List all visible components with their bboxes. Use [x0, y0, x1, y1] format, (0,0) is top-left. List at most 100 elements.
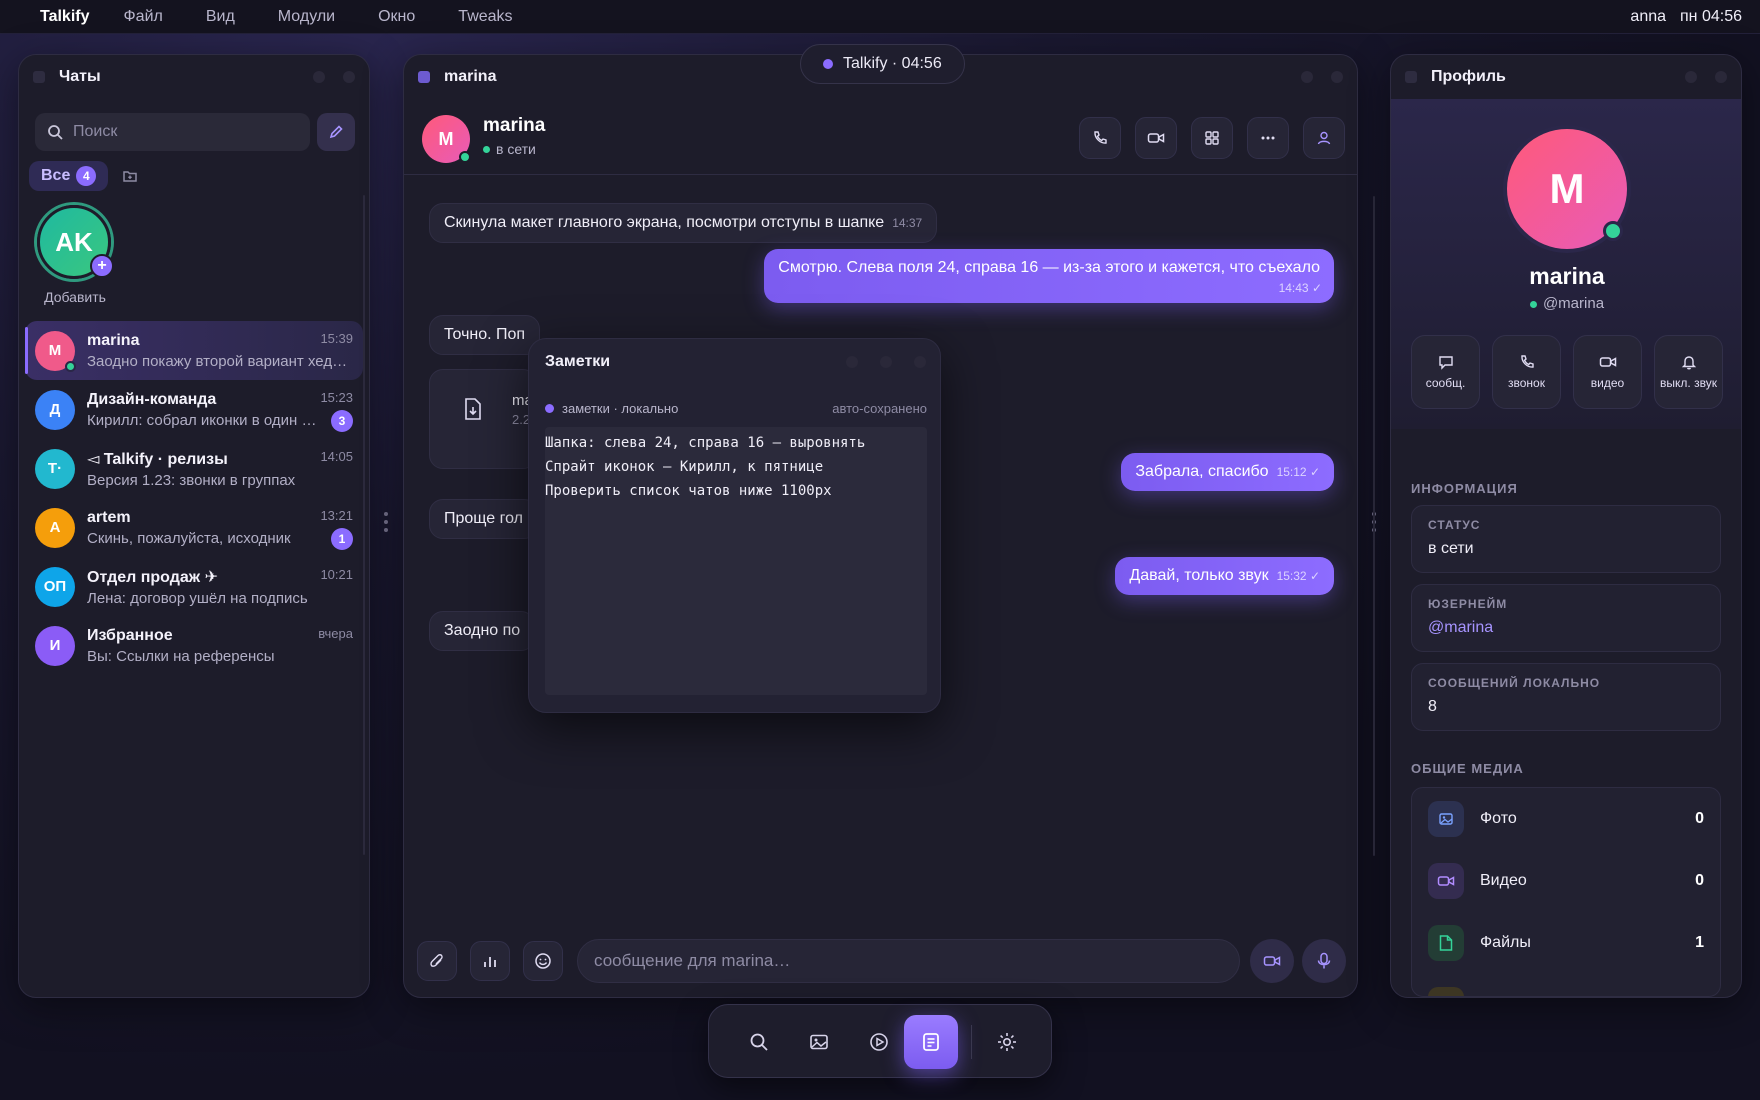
mute-action-button[interactable]: выкл. звук	[1654, 335, 1723, 409]
app-name[interactable]: Talkify	[40, 8, 90, 26]
filter-all[interactable]: Все 4	[29, 161, 109, 191]
menu-view[interactable]: Вид	[206, 8, 235, 26]
messages-label: СООБЩЕНИЙ ЛОКАЛЬНО	[1428, 676, 1601, 690]
contact-name[interactable]: marina	[483, 115, 545, 137]
status-pill[interactable]: Talkify · 04:56	[800, 44, 965, 84]
pin-button[interactable]	[846, 356, 858, 368]
message-outgoing[interactable]: Забрала, спасибо 15:12 ✓	[1121, 453, 1334, 491]
chat-initials: M	[48, 342, 62, 359]
chat-list-item[interactable]: T· ◅ Talkify · релизы Версия 1.23: звонки …	[25, 439, 363, 498]
search-icon	[750, 1033, 768, 1051]
minimize-button[interactable]	[1685, 71, 1697, 83]
username-link[interactable]: @marina	[1428, 619, 1704, 637]
folder-add-icon[interactable]	[122, 168, 138, 184]
dock-separator	[971, 1025, 972, 1059]
grid-button[interactable]	[1191, 117, 1233, 159]
message-time: 14:43 ✓	[1278, 281, 1322, 295]
scrollbar[interactable]	[363, 195, 365, 855]
message-incoming[interactable]: Проще гол	[429, 499, 538, 539]
more-button[interactable]	[1247, 117, 1289, 159]
message-incoming[interactable]: Скинула макет главного экрана, посмотри …	[429, 203, 938, 243]
dock-notes-button[interactable]	[904, 1015, 958, 1069]
media-label: Файлы	[1480, 934, 1531, 951]
compose-button[interactable]	[317, 113, 355, 151]
close-button[interactable]	[1715, 71, 1727, 83]
notes-editor[interactable]: Шапка: слева 24, справа 16 — выровнять С…	[545, 427, 927, 695]
media-videos[interactable]: Видео 0	[1412, 850, 1720, 912]
attach-button[interactable]	[417, 941, 457, 981]
chats-title: Чаты	[59, 68, 101, 85]
dock-gallery-button[interactable]	[797, 1020, 841, 1064]
profile-titlebar[interactable]: Профиль	[1391, 55, 1741, 99]
emoji-button[interactable]	[523, 941, 563, 981]
close-button[interactable]	[343, 71, 355, 83]
notes-dot	[545, 404, 554, 413]
profile-avatar[interactable]: M	[1507, 129, 1627, 249]
window-controls	[313, 71, 355, 83]
close-button[interactable]	[1331, 71, 1343, 83]
call-action-button[interactable]: звонок	[1492, 335, 1561, 409]
message-incoming[interactable]: Точно. Поп	[429, 315, 541, 355]
chat-list-item[interactable]: ОП Отдел продаж ✈ Лена: договор ушёл на по…	[25, 557, 363, 616]
message-text: Смотрю. Слева поля 24, справа 16 — из-за…	[778, 259, 1320, 276]
notes-meta-left: заметки · локально	[562, 401, 679, 416]
search-box[interactable]: Поиск	[35, 113, 310, 151]
minimize-button[interactable]	[1301, 71, 1313, 83]
dock-player-button[interactable]	[857, 1020, 901, 1064]
file-icon	[1428, 925, 1464, 961]
chat-list-item[interactable]: Д Дизайн-команда Кирилл: собрал иконки в о…	[25, 380, 363, 439]
close-button[interactable]	[914, 356, 926, 368]
plus-icon[interactable]: +	[90, 254, 114, 278]
message-text: Заодно по	[444, 622, 521, 639]
notes-window: Заметки заметки · локально авто-сохранен…	[528, 338, 941, 713]
message-outgoing[interactable]: Смотрю. Слева поля 24, справа 16 — из-за…	[764, 249, 1334, 303]
chat-list-item[interactable]: Mmarina Заодно покажу второй вариант хеде…	[25, 321, 363, 380]
chat-initials: A	[49, 519, 61, 536]
menu-tweaks[interactable]: Tweaks	[458, 8, 512, 26]
call-button[interactable]	[1079, 117, 1121, 159]
messages-value: 8	[1428, 698, 1437, 715]
minimize-button[interactable]	[880, 356, 892, 368]
dock-settings-button[interactable]	[985, 1020, 1029, 1064]
chat-name: Дизайн-команда	[87, 390, 217, 408]
bell-icon	[1681, 356, 1696, 370]
notes-titlebar[interactable]: Заметки	[529, 339, 940, 385]
story-add[interactable]: AK + Добавить	[37, 205, 114, 305]
menu-file[interactable]: Файл	[124, 8, 163, 26]
media-photos[interactable]: Фото 0	[1412, 788, 1720, 850]
chat-list: Mmarina Заодно покажу второй вариант хеде…	[25, 321, 363, 675]
media-label: Видео	[1480, 872, 1527, 889]
menu-modules[interactable]: Модули	[278, 8, 335, 26]
video-message-button[interactable]	[1250, 939, 1294, 983]
chat-list-item[interactable]: Aartem Скинь, пожалуйста, исходник 13:21 1	[25, 498, 363, 557]
message-time: 15:12 ✓	[1276, 465, 1320, 479]
resize-handle-left[interactable]	[384, 512, 388, 532]
profile-title: Профиль	[1431, 68, 1506, 85]
contact-avatar[interactable]: M	[422, 115, 471, 163]
chats-titlebar[interactable]: Чаты	[19, 55, 369, 99]
poll-button[interactable]	[470, 941, 510, 981]
microphone-icon	[1317, 952, 1331, 969]
minimize-button[interactable]	[313, 71, 325, 83]
message-input[interactable]	[577, 939, 1240, 983]
messages-card: СООБЩЕНИЙ ЛОКАЛЬНО 8	[1411, 663, 1721, 731]
video-call-button[interactable]	[1135, 117, 1177, 159]
media-files[interactable]: Файлы 1	[1412, 912, 1720, 974]
message-text: Точно. Поп	[444, 326, 526, 343]
window-icon	[33, 71, 45, 83]
message-action-button[interactable]: сообщ.	[1411, 335, 1480, 409]
menu-window[interactable]: Окно	[378, 8, 415, 26]
profile-button[interactable]	[1303, 117, 1345, 159]
voice-message-button[interactable]	[1302, 939, 1346, 983]
message-incoming[interactable]: Заодно по	[429, 611, 536, 651]
media-count: 0	[1695, 872, 1704, 889]
composer	[404, 915, 1357, 997]
video-action-button[interactable]: видео	[1573, 335, 1642, 409]
chat-body: Отдел продаж ✈ Лена: договор ушёл на подп…	[87, 567, 353, 607]
profile-username: @marina	[1391, 295, 1741, 312]
dock-search-button[interactable]	[737, 1020, 781, 1064]
file-attachment[interactable]: ma 2.2	[429, 369, 537, 469]
chat-list-item[interactable]: И Избранное Вы: Ссылки на референсы вчера	[25, 616, 363, 675]
message-outgoing[interactable]: Давай, только звук 15:32 ✓	[1115, 557, 1334, 595]
menubar-user[interactable]: anna	[1630, 8, 1666, 26]
